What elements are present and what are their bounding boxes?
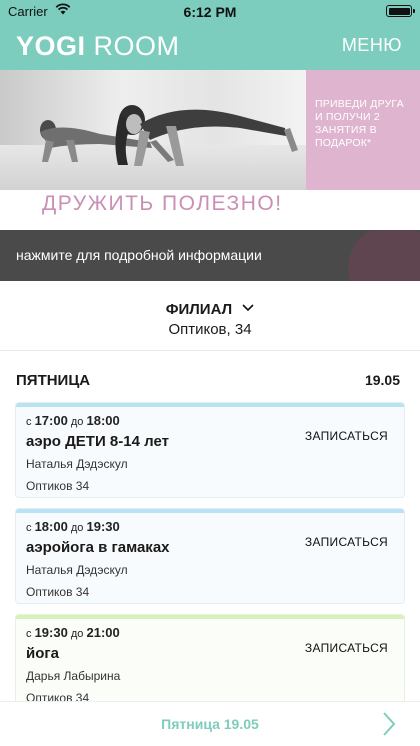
class-instructor: Наталья Дэдэскул [26, 563, 128, 577]
class-card[interactable]: с 18:00 до 19:30 аэройога в гамаках Ната… [16, 509, 404, 603]
decorative-circle [348, 230, 420, 281]
promo-banner[interactable]: ПРИВЕДИ ДРУГА И ПОЛУЧИ 2 ЗАНЯТИЯ В ПОДАР… [0, 70, 420, 230]
signup-button[interactable]: ЗАПИСАТЬСЯ [305, 429, 388, 443]
class-card[interactable]: с 17:00 до 18:00 аэро ДЕТИ 8-14 лет Ната… [16, 403, 404, 497]
day-header: ПЯТНИЦА 19.05 [16, 372, 400, 392]
promo-text: ПРИВЕДИ ДРУГА И ПОЛУЧИ 2 ЗАНЯТИЯ В ПОДАР… [306, 70, 420, 190]
banner-photo [0, 70, 306, 190]
class-start-time: 19:30 [34, 625, 68, 640]
women-plank-illustration [40, 105, 298, 166]
status-bar: Carrier 6:12 PM [0, 0, 420, 22]
branch-label: ФИЛИАЛ [165, 301, 233, 318]
menu-button[interactable]: МЕНЮ [342, 35, 402, 56]
class-end-time: 18:00 [86, 413, 120, 428]
class-location: Оптиков 34 [26, 479, 90, 493]
day-name: ПЯТНИЦА [16, 372, 91, 389]
logo-bold-text: YOGI [16, 31, 86, 61]
signup-button[interactable]: ЗАПИСАТЬСЯ [305, 535, 388, 549]
class-time: с 19:30 до 21:00 [26, 625, 120, 640]
class-end-time: 19:30 [86, 519, 120, 534]
clock: 6:12 PM [183, 4, 237, 20]
logo-light-text: ROOM [93, 31, 180, 61]
branch-address: Оптиков, 34 [168, 321, 252, 338]
class-time: с 17:00 до 18:00 [26, 413, 120, 428]
class-title: йога [26, 645, 59, 662]
class-end-time: 21:00 [86, 625, 120, 640]
class-time: с 18:00 до 19:30 [26, 519, 120, 534]
class-start-time: 17:00 [34, 413, 68, 428]
class-title: аэройога в гамаках [26, 539, 170, 556]
class-start-time: 18:00 [34, 519, 68, 534]
signup-button[interactable]: ЗАПИСАТЬСЯ [305, 641, 388, 655]
day-date: 19.05 [364, 372, 400, 388]
class-location: Оптиков 34 [26, 585, 90, 599]
app-logo: YOGI ROOM [16, 31, 180, 62]
class-title: аэро ДЕТИ 8-14 лет [26, 433, 169, 450]
more-info-text: нажмите для подробной информации [16, 247, 262, 263]
promo-slogan: ДРУЖИТЬ ПОЛЕЗНО! [42, 192, 283, 215]
class-instructor: Наталья Дэдэскул [26, 457, 128, 471]
class-instructor: Дарья Лабырина [26, 669, 121, 683]
navbar: YOGI ROOM МЕНЮ [0, 22, 420, 70]
battery-icon [386, 5, 415, 17]
branch-selector[interactable]: ФИЛИАЛ Оптиков, 34 [0, 281, 420, 351]
branch-title: ФИЛИАЛ [0, 299, 420, 318]
chevron-right-icon[interactable] [382, 711, 396, 742]
current-day-label: Пятница 19.05 [161, 716, 259, 732]
bottom-day-bar: Пятница 19.05 [0, 701, 420, 746]
chevron-down-icon [242, 299, 254, 316]
class-card[interactable]: с 19:30 до 21:00 йога Дарья Лабырина Опт… [16, 615, 404, 709]
more-info-link[interactable]: нажмите для подробной информации [0, 230, 420, 281]
